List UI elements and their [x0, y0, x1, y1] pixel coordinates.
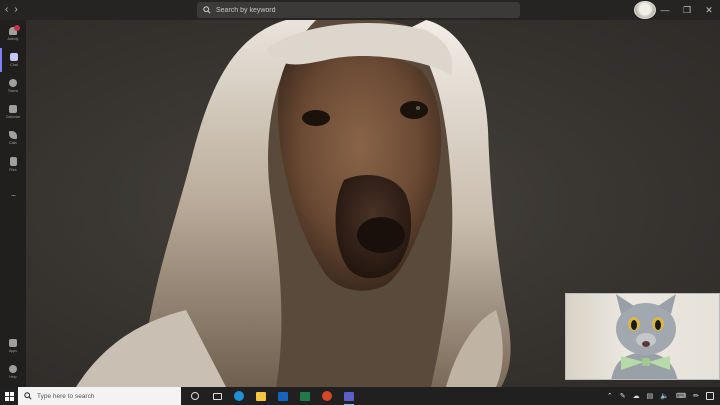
volume-icon[interactable]: 🔈: [660, 392, 669, 400]
apps-icon: [9, 339, 17, 347]
chevron-up-icon[interactable]: ⌃: [607, 392, 613, 400]
rail-label: Files: [9, 167, 17, 172]
edit-icon[interactable]: ✏: [693, 392, 699, 400]
task-view-icon[interactable]: [208, 387, 226, 405]
system-tray: ⌃ ✎ ☁ ▤ 🔈 ⌨ ✏: [607, 387, 720, 405]
rail-label: Chat: [10, 63, 18, 67]
taskbar-search-box[interactable]: [18, 387, 181, 405]
rail-label: Help: [9, 375, 17, 379]
app-bar: Activity Chat Teams Calendar Calls Files…: [0, 20, 26, 387]
pinned-apps: [186, 387, 358, 405]
minimize-icon[interactable]: —: [654, 0, 676, 20]
powerpoint-icon[interactable]: [318, 387, 336, 405]
search-input[interactable]: [216, 6, 506, 14]
rail-item-calendar[interactable]: Calendar: [0, 100, 26, 124]
teams-window: ‹ › — ❐ ✕ Activity Chat Teams: [0, 0, 720, 405]
cat-video-image: [611, 294, 678, 379]
rail-label: Calendar: [5, 115, 21, 119]
back-arrow-icon[interactable]: ‹: [5, 0, 8, 20]
cortana-icon[interactable]: [186, 387, 204, 405]
notification-badge: [14, 25, 20, 31]
search-icon: [24, 392, 32, 400]
cloud-icon[interactable]: ☁: [633, 392, 640, 400]
profile-avatar[interactable]: [634, 1, 656, 19]
edge-browser-icon[interactable]: [230, 387, 248, 405]
rail-label: Teams: [7, 89, 19, 93]
self-view-video[interactable]: [565, 293, 720, 380]
restore-icon[interactable]: ❐: [676, 0, 698, 20]
rail-item-teams[interactable]: Teams: [0, 74, 26, 98]
title-bar: ‹ › — ❐ ✕: [0, 0, 720, 20]
taskbar-search-input[interactable]: [37, 392, 177, 400]
rail-label: Apps: [9, 349, 17, 353]
file-icon: [9, 156, 17, 166]
keyboard-icon[interactable]: ⌨: [676, 392, 686, 400]
more-apps-icon[interactable]: ...: [0, 188, 26, 198]
search-box[interactable]: [197, 2, 520, 18]
forward-arrow-icon[interactable]: ›: [14, 0, 17, 20]
phone-icon: [9, 131, 17, 139]
window-controls: — ❐ ✕: [654, 0, 720, 20]
rail-item-help[interactable]: Help: [0, 360, 26, 384]
outlook-icon[interactable]: [274, 387, 292, 405]
chat-icon: [10, 53, 18, 61]
search-icon: [203, 6, 211, 14]
rail-item-activity[interactable]: Activity: [0, 22, 26, 46]
rail-item-calls[interactable]: Calls: [0, 126, 26, 150]
excel-icon[interactable]: [296, 387, 314, 405]
notifications-icon[interactable]: [706, 392, 714, 400]
help-icon: [9, 365, 17, 373]
file-explorer-icon[interactable]: [252, 387, 270, 405]
rail-label: Activity: [7, 37, 19, 41]
network-icon[interactable]: ▤: [647, 392, 654, 400]
rail-item-apps[interactable]: Apps: [0, 334, 26, 358]
rail-item-files[interactable]: Files: [0, 152, 26, 176]
calendar-icon: [9, 105, 17, 113]
pen-icon[interactable]: ✎: [620, 392, 626, 400]
teams-taskbar-icon[interactable]: [340, 387, 358, 405]
teams-icon: [9, 79, 17, 87]
rail-label: Calls: [9, 141, 17, 145]
rail-item-chat[interactable]: Chat: [0, 48, 26, 72]
history-nav: ‹ ›: [0, 0, 60, 20]
close-icon[interactable]: ✕: [698, 0, 720, 20]
windows-start-icon[interactable]: [0, 387, 18, 405]
windows-taskbar: ⌃ ✎ ☁ ▤ 🔈 ⌨ ✏: [0, 387, 720, 405]
